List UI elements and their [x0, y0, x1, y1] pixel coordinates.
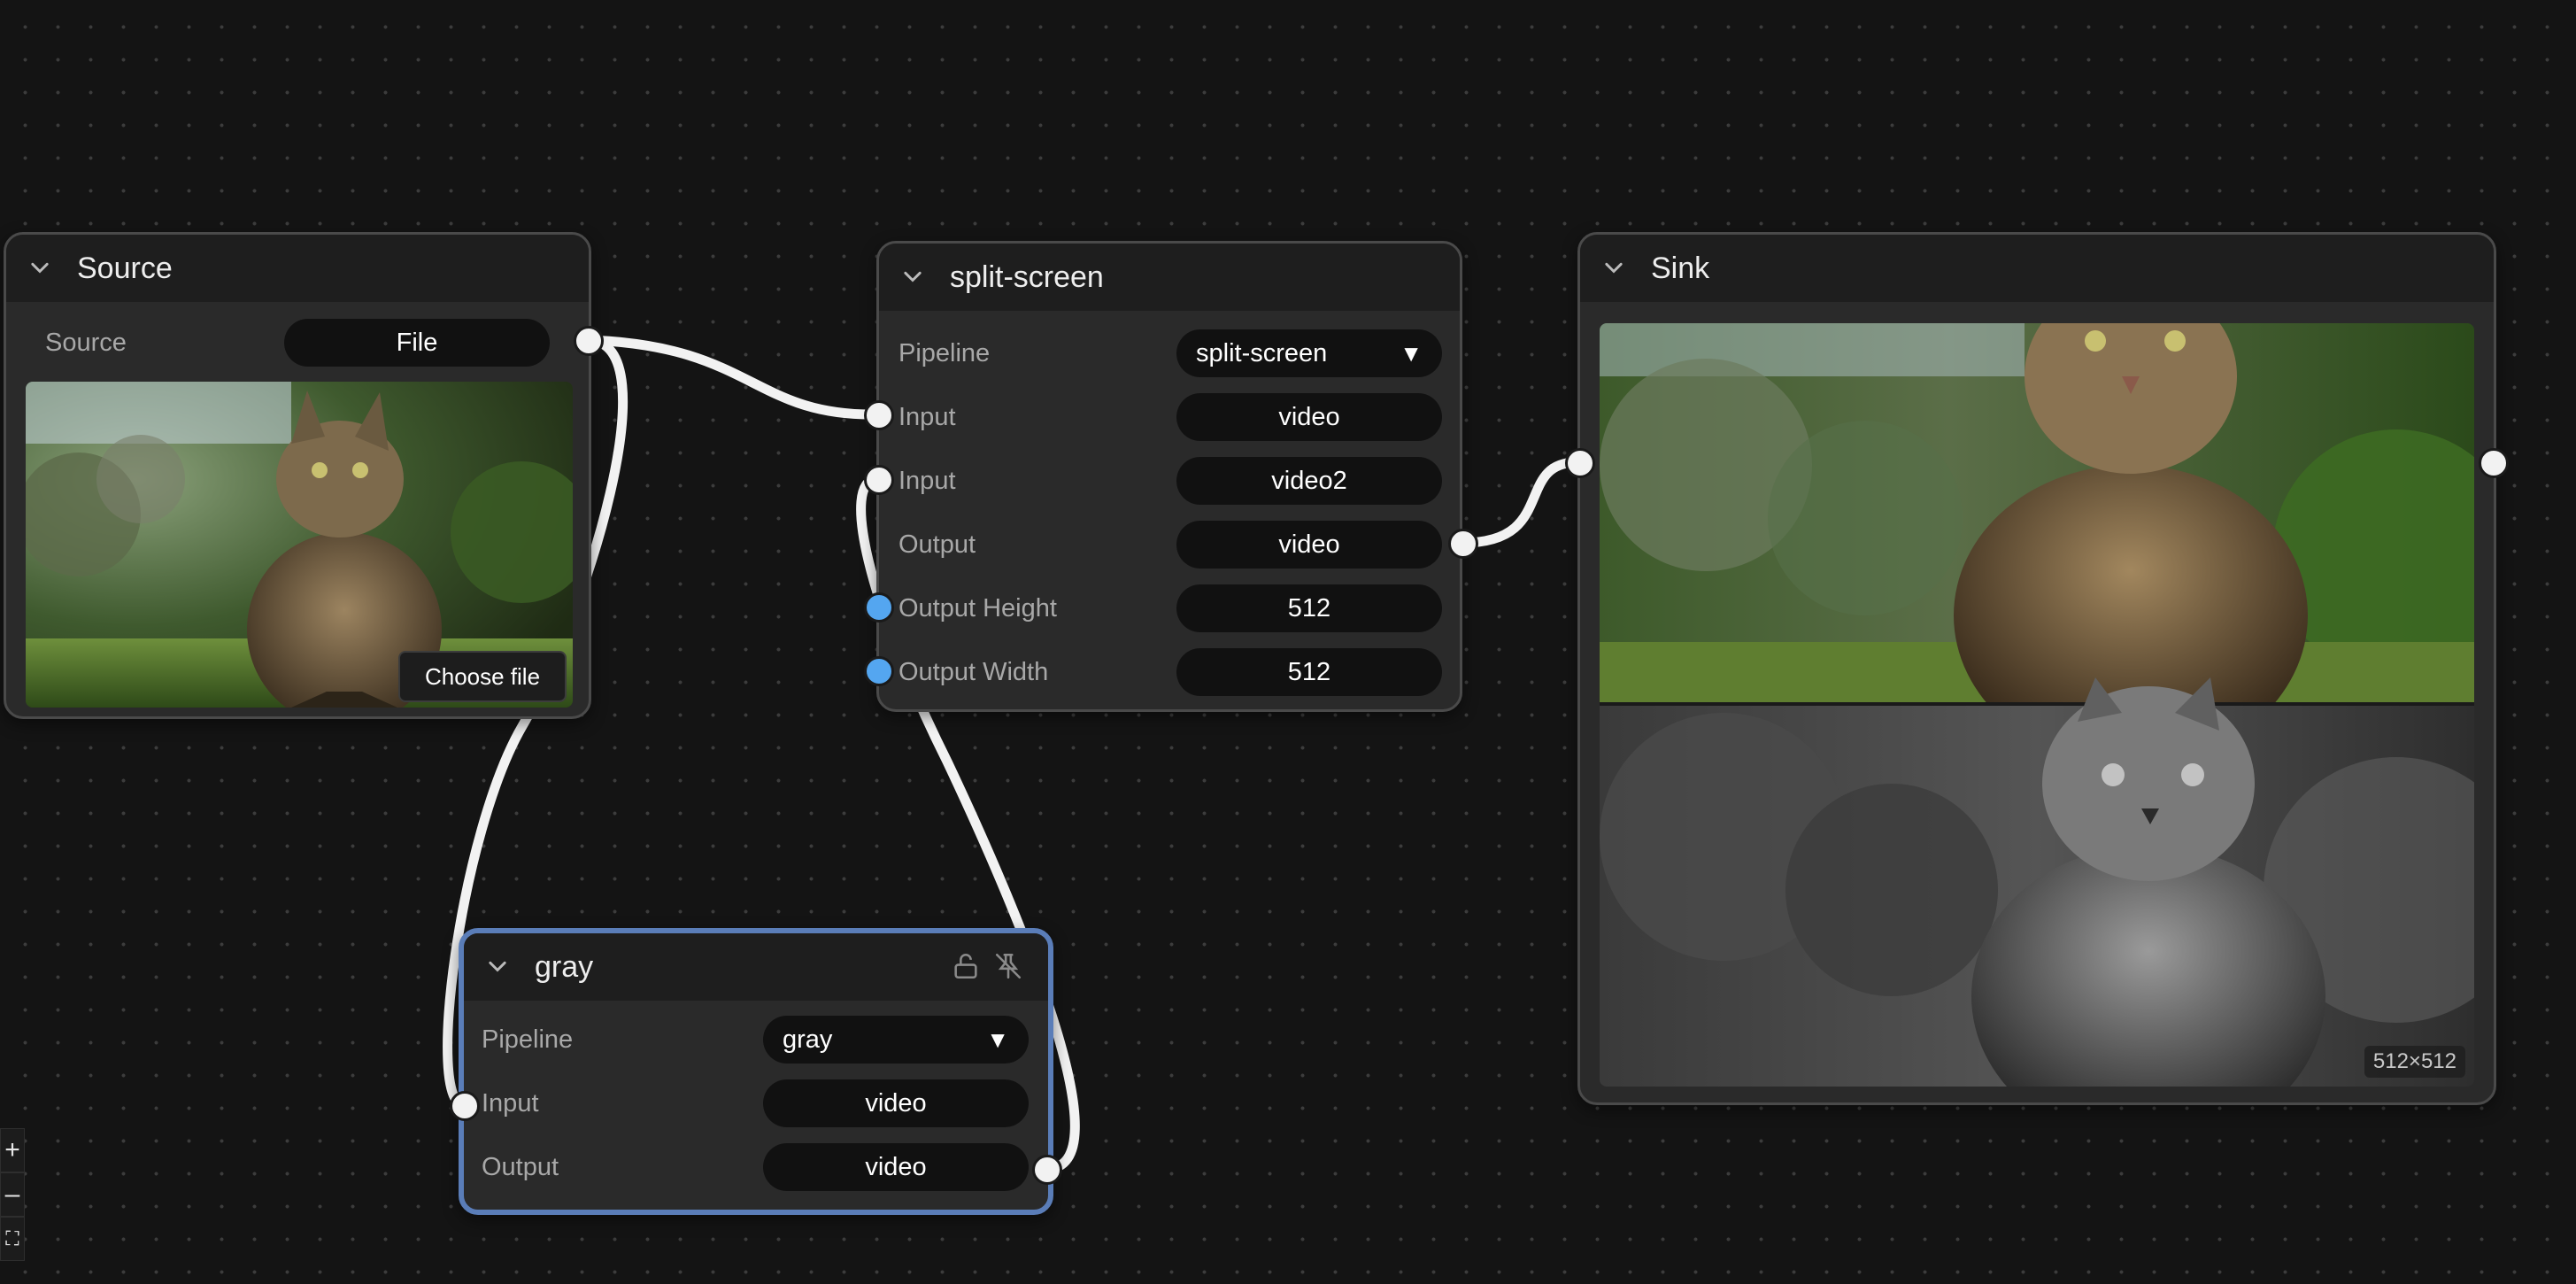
- pipeline-select-value: gray: [783, 1025, 833, 1054]
- pipeline-select[interactable]: split-screen ▼: [1176, 329, 1442, 377]
- split-output-handle[interactable]: [1448, 529, 1478, 559]
- output-width-field[interactable]: 512: [1176, 648, 1442, 696]
- edge-split-output-to-sink: [1457, 457, 1583, 548]
- split-input2-handle[interactable]: [864, 465, 894, 495]
- source-label: Source: [45, 328, 127, 357]
- split-output-width-handle[interactable]: [864, 656, 894, 686]
- output-label: Output: [899, 530, 976, 559]
- dropdown-caret-icon: ▼: [986, 1025, 1009, 1053]
- fit-view-button[interactable]: ⛶: [0, 1217, 25, 1261]
- pin-off-icon[interactable]: [993, 951, 1023, 981]
- chevron-down-icon[interactable]: [27, 256, 52, 281]
- input-field[interactable]: video: [1176, 393, 1442, 441]
- gray-node[interactable]: gray Pipeline gray ▼ Input video Output …: [459, 928, 1053, 1215]
- output-width-label: Output Width: [899, 657, 1049, 686]
- gray-output-handle[interactable]: [1032, 1155, 1062, 1185]
- edge-source-to-split-input: [582, 335, 882, 420]
- source-type-select[interactable]: File: [284, 319, 550, 367]
- output-height-field[interactable]: 512: [1176, 584, 1442, 632]
- choose-file-button[interactable]: Choose file: [398, 651, 567, 702]
- zoom-in-button[interactable]: +: [0, 1128, 25, 1172]
- output-height-label: Output Height: [899, 593, 1057, 623]
- split-input-handle[interactable]: [864, 400, 894, 430]
- node-title: Sink: [1651, 251, 1710, 285]
- input-field[interactable]: video: [763, 1079, 1029, 1127]
- sink-input-handle[interactable]: [1565, 448, 1595, 478]
- source-output-handle[interactable]: [574, 326, 604, 356]
- pipeline-label: Pipeline: [482, 1025, 574, 1054]
- gray-input-handle[interactable]: [450, 1091, 480, 1121]
- source-node[interactable]: Source Source File Choose file: [4, 232, 591, 719]
- source-node-header[interactable]: Source: [6, 235, 589, 302]
- input2-field[interactable]: video2: [1176, 457, 1442, 505]
- resolution-badge: 512×512: [2364, 1046, 2465, 1078]
- pipeline-select[interactable]: gray ▼: [763, 1016, 1029, 1064]
- pipeline-label: Pipeline: [899, 338, 991, 367]
- zoom-out-button[interactable]: –: [0, 1172, 25, 1217]
- split-screen-node[interactable]: split-screen Pipeline split-screen ▼ Inp…: [876, 241, 1462, 712]
- split-output-height-handle[interactable]: [864, 592, 894, 623]
- dropdown-caret-icon: ▼: [1400, 339, 1423, 367]
- output-field[interactable]: video: [763, 1143, 1029, 1191]
- output-field[interactable]: video: [1176, 521, 1442, 569]
- output-label: Output: [482, 1152, 559, 1181]
- node-title: Source: [77, 251, 173, 285]
- pipeline-select-value: split-screen: [1196, 338, 1328, 367]
- input-label: Input: [899, 402, 956, 431]
- chevron-down-icon[interactable]: [900, 265, 925, 290]
- split-screen-node-header[interactable]: split-screen: [879, 244, 1460, 311]
- input-label: Input: [482, 1088, 539, 1118]
- input2-label: Input: [899, 466, 956, 495]
- sink-output-handle[interactable]: [2479, 448, 2509, 478]
- lock-open-icon[interactable]: [951, 951, 981, 981]
- sink-node-header[interactable]: Sink: [1580, 235, 2494, 302]
- chevron-down-icon[interactable]: [1601, 256, 1626, 281]
- chevron-down-icon[interactable]: [485, 955, 510, 979]
- node-title: split-screen: [950, 259, 1104, 294]
- sink-video-preview: 512×512: [1600, 323, 2474, 1087]
- node-title: gray: [535, 949, 594, 984]
- sink-node[interactable]: Sink 512×512: [1577, 232, 2496, 1105]
